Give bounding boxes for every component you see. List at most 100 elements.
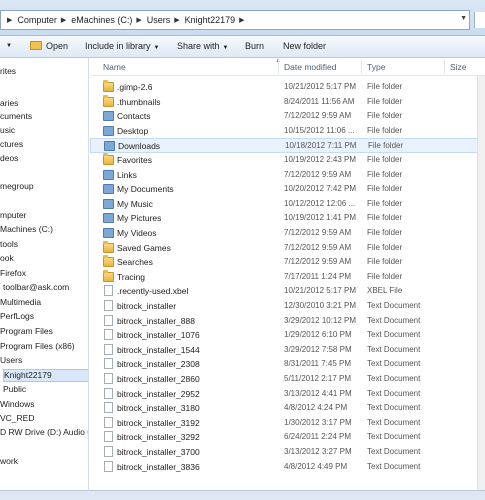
nav-item[interactable]: Knight22179 (3, 369, 88, 382)
file-type: File folder (368, 141, 404, 151)
breadcrumb-chevron-icon[interactable]: ▶ (235, 16, 249, 24)
address-bar[interactable]: ▶ Computer ▶ eMachines (C:) ▶ Users ▶ Kn… (0, 10, 470, 30)
file-row[interactable]: .gimp-2.6 10/21/2012 5:17 PM File folder (90, 80, 480, 95)
breadcrumb-chevron-icon[interactable]: ▶ (57, 16, 71, 24)
file-name: My Pictures (117, 213, 162, 224)
column-divider[interactable] (361, 60, 362, 74)
nav-item[interactable]: megroup (0, 181, 34, 194)
nav-item[interactable]: aries (0, 98, 18, 111)
include-in-library-button[interactable]: Include in library ▼ (85, 41, 159, 51)
new-folder-button[interactable]: New folder (283, 41, 326, 51)
column-header-date[interactable]: Date modified (284, 62, 336, 72)
breadcrumb-user[interactable]: Knight22179 (185, 15, 236, 25)
address-bar-area: ▶ Computer ▶ eMachines (C:) ▶ Users ▶ Kn… (0, 0, 485, 36)
file-row[interactable]: bitrock_installer_2308 8/31/2011 7:45 PM T… (90, 357, 480, 372)
file-row[interactable]: bitrock_installer_2952 3/13/2012 4:41 PM T… (90, 387, 480, 402)
nav-item[interactable]: mputer (0, 210, 26, 223)
breadcrumb-computer[interactable]: Computer (17, 15, 57, 25)
file-row[interactable]: bitrock_installer_1076 1/29/2012 6:10 PM T… (90, 328, 480, 343)
column-divider[interactable] (444, 60, 445, 74)
column-header-size[interactable]: Size (450, 62, 467, 72)
open-button-label: Open (46, 41, 69, 51)
burn-button[interactable]: Burn (245, 41, 264, 51)
file-type: File folder (367, 96, 403, 106)
text-file-icon (104, 431, 113, 443)
breadcrumb-drive[interactable]: eMachines (C:) (71, 15, 132, 25)
address-dropdown-icon[interactable]: ▼ (460, 15, 467, 22)
file-row[interactable]: bitrock_installer 12/30/2010 3:21 PM Text … (90, 299, 480, 314)
file-list[interactable]: .gimp-2.6 10/21/2012 5:17 PM File folder .t… (90, 80, 485, 490)
nav-item[interactable]: tools (0, 239, 18, 252)
navigation-pane[interactable]: rites aries cuments usic ctures deos megroup mp… (0, 58, 89, 490)
nav-item[interactable]: usic (0, 125, 15, 138)
nav-item[interactable]: Machines (C:) (0, 224, 53, 237)
file-date: 7/12/2012 9:59 AM (284, 111, 352, 121)
file-row[interactable]: Favorites 10/19/2012 2:43 PM File folder (90, 153, 480, 168)
nav-item[interactable]: toolbar@ask.com (3, 282, 69, 295)
nav-item[interactable]: Multimedia (0, 297, 41, 310)
nav-item[interactable]: Firefox (0, 268, 26, 281)
nav-item[interactable]: Public (3, 384, 26, 397)
text-file-icon (104, 446, 113, 457)
file-row[interactable]: Tracing 7/17/2011 1:24 PM File folder (90, 269, 480, 285)
file-row[interactable]: .recently-used.xbel 10/21/2012 5:17 PM XBE… (90, 284, 480, 299)
file-name: bitrock_installer_3700 (117, 447, 200, 457)
column-header-name[interactable]: Name (103, 62, 126, 72)
special-folder-icon (103, 111, 114, 122)
file-row[interactable]: Downloads 10/18/2012 7:11 PM File folder (90, 138, 480, 153)
file-row[interactable]: bitrock_installer_3180 4/8/2012 4:24 PM Te… (90, 401, 480, 416)
column-header-type[interactable]: Type (367, 62, 385, 72)
file-row[interactable]: bitrock_installer_3700 3/13/2012 3:27 PM T… (90, 445, 480, 460)
file-row[interactable]: .thumbnails 8/24/2011 11:56 AM File folder (90, 94, 480, 110)
organize-dropdown-icon[interactable]: ▼ (6, 43, 12, 49)
open-button[interactable]: Open (30, 41, 68, 51)
file-date: 4/8/2012 4:24 PM (284, 403, 348, 413)
file-row[interactable]: bitrock_installer_3292 6/24/2011 2:24 PM T… (90, 430, 480, 445)
breadcrumb-chevron-icon[interactable]: ▶ (3, 16, 17, 24)
nav-item[interactable]: Windows (0, 399, 34, 412)
search-box-edge[interactable] (474, 12, 485, 28)
vertical-scrollbar[interactable] (477, 76, 485, 490)
file-row[interactable]: Contacts 7/12/2012 9:59 AM File folder (90, 109, 480, 124)
file-row[interactable]: bitrock_installer_1544 3/29/2012 7:58 PM T… (90, 343, 480, 358)
share-with-button[interactable]: Share with ▼ (177, 41, 228, 51)
file-row[interactable]: Desktop 10/15/2012 11:06 ... File folder (90, 124, 480, 139)
file-row[interactable]: Links 7/12/2012 9:59 AM File folder (90, 168, 480, 183)
nav-item[interactable]: ook (0, 253, 14, 266)
breadcrumb-chevron-icon[interactable]: ▶ (132, 16, 146, 24)
file-row[interactable]: My Music 10/12/2012 12:06 ... File folder (90, 197, 480, 212)
file-date: 7/12/2012 9:59 AM (284, 228, 352, 237)
nav-item[interactable]: ctures (0, 139, 23, 152)
nav-item[interactable]: PerfLogs (0, 311, 34, 324)
file-date: 3/13/2012 3:27 PM (284, 447, 352, 456)
file-row[interactable]: bitrock_installer_2860 5/11/2012 2:17 PM T… (90, 372, 480, 387)
file-date: 3/29/2012 10:12 PM (284, 315, 357, 325)
file-row[interactable]: My Videos 7/12/2012 9:59 AM File folder (90, 226, 480, 241)
file-row[interactable]: bitrock_installer_3836 4/8/2012 4:49 PM Te… (90, 460, 480, 475)
nav-item[interactable]: D RW Drive (D:) Audio C (0, 427, 88, 440)
file-row[interactable]: bitrock_installer_888 3/29/2012 10:12 PM T… (90, 314, 480, 329)
file-name: My Documents (117, 184, 174, 195)
file-name: bitrock_installer_1076 (117, 330, 200, 341)
column-divider[interactable] (278, 60, 279, 74)
file-row[interactable]: My Pictures 10/19/2012 1:41 PM File folder (90, 211, 480, 226)
nav-item[interactable]: deos (0, 153, 18, 166)
file-date: 10/21/2012 5:17 PM (284, 286, 357, 296)
nav-item[interactable]: work (0, 456, 18, 469)
nav-item[interactable]: Program Files (x86) (0, 341, 75, 354)
nav-item[interactable]: Program Files (0, 326, 53, 339)
text-file-icon (104, 329, 113, 341)
breadcrumb-chevron-icon[interactable]: ▶ (170, 16, 184, 24)
nav-item[interactable]: cuments (0, 111, 32, 124)
nav-item[interactable]: Users (0, 355, 22, 368)
file-row[interactable]: Saved Games 7/12/2012 9:59 AM File folder (90, 240, 480, 256)
file-row[interactable]: Searches 7/12/2012 9:59 AM File folder (90, 255, 480, 270)
file-row[interactable]: My Documents 10/20/2012 7:42 PM File folde… (90, 182, 480, 197)
special-folder-icon (103, 228, 114, 238)
breadcrumb-users[interactable]: Users (147, 15, 171, 25)
file-date: 7/17/2011 1:24 PM (284, 271, 352, 281)
nav-item[interactable]: VC_RED (0, 413, 34, 426)
special-folder-icon (103, 213, 114, 224)
file-row[interactable]: bitrock_installer_3192 1/30/2012 3:17 PM T… (90, 416, 480, 431)
nav-item[interactable]: rites (0, 66, 16, 79)
